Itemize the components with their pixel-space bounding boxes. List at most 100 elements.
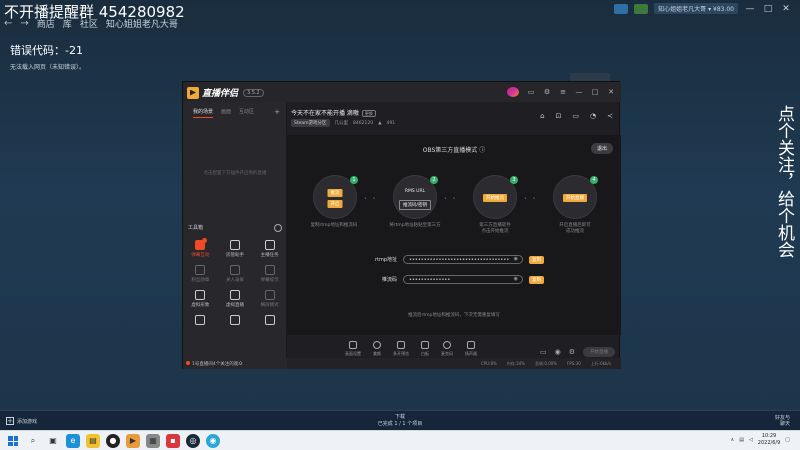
app-icon[interactable]: ◉ bbox=[206, 434, 220, 448]
windows-start-icon[interactable] bbox=[8, 436, 18, 446]
taskbar: ⌕ ▣ e ▤ ● ▶ ▦ ▪ ◎ ◉ ∧ ▤ ◁ 10:29 2022/6/9… bbox=[0, 430, 800, 450]
eye-icon[interactable]: ◉ bbox=[514, 256, 518, 262]
nav-store[interactable]: 商店 bbox=[37, 17, 55, 30]
canvas-settings-button[interactable]: 画面设置 bbox=[345, 341, 361, 357]
tool-record[interactable]: 关人录屏 bbox=[218, 265, 253, 283]
toolbox-header: 工具箱 bbox=[188, 224, 282, 232]
steam-user-menu[interactable]: 知心姐姐老凡大哥 ▾ ¥83.00 bbox=[654, 3, 738, 14]
screen-icon[interactable]: ▭ bbox=[527, 88, 535, 96]
steam-icon[interactable]: ◎ bbox=[186, 434, 200, 448]
tool-tasks[interactable]: 主播任务 bbox=[252, 240, 287, 258]
room-tag[interactable]: 更换 bbox=[361, 110, 376, 117]
tab-canvas[interactable]: 画面 bbox=[221, 108, 231, 118]
search-icon[interactable]: ⌕ bbox=[26, 434, 40, 448]
share-icon[interactable]: ≺ bbox=[607, 112, 613, 120]
minimize-icon[interactable]: — bbox=[744, 4, 756, 14]
step-caption: 将rtmp地址粘贴至第三方 bbox=[389, 223, 441, 228]
visibility-icon[interactable]: ◉ bbox=[555, 348, 561, 356]
chevron-up-icon[interactable]: ∧ bbox=[731, 437, 735, 443]
live-companion-icon[interactable]: ▶ bbox=[126, 434, 140, 448]
minimize-icon[interactable]: — bbox=[575, 88, 583, 96]
copy-rtmp-button[interactable]: 复制 bbox=[529, 255, 544, 264]
room-category[interactable]: Steam游戏分区 bbox=[291, 119, 330, 127]
exit-button[interactable]: 退出 bbox=[590, 143, 613, 154]
lock-icon[interactable]: ⊡ bbox=[556, 112, 562, 120]
camera-icon[interactable]: ▭ bbox=[540, 348, 547, 356]
bell-icon[interactable]: ◔ bbox=[590, 112, 596, 120]
tool-extra-2[interactable] bbox=[218, 315, 253, 327]
tool-extra-1[interactable] bbox=[183, 315, 218, 327]
step-pill: 开始推流 bbox=[483, 194, 507, 202]
version-badge[interactable]: 3.5.2 bbox=[243, 88, 264, 97]
tool-virtual-live[interactable]: 虚拟直播 bbox=[218, 290, 253, 308]
obs-icon[interactable]: ● bbox=[106, 434, 120, 448]
step-connector: • • bbox=[524, 196, 538, 202]
start-live-button[interactable]: 开始直播 bbox=[583, 347, 615, 357]
error-message: 无法载入网页（未知错误）。 bbox=[10, 64, 86, 71]
friends-chat-button[interactable]: 好友与 聊天 bbox=[775, 415, 790, 427]
maximize-icon[interactable]: □ bbox=[591, 88, 599, 96]
tool-room-admin[interactable]: 房管助手 bbox=[218, 240, 253, 258]
tool-landscape[interactable]: 横屏模式 bbox=[252, 290, 287, 308]
nav-library[interactable]: 库 bbox=[63, 17, 72, 30]
speaker-button[interactable]: 扬声器 bbox=[465, 341, 477, 357]
toolbar-label: 白板 bbox=[421, 351, 429, 356]
task-view-icon[interactable]: ▣ bbox=[46, 434, 60, 448]
volume-icon[interactable]: ◁ bbox=[749, 437, 753, 443]
notification-icon[interactable] bbox=[634, 3, 649, 14]
back-arrow-icon[interactable]: ← bbox=[4, 18, 12, 29]
step-number: 1 bbox=[350, 176, 358, 184]
tab-interact[interactable]: 互动区 bbox=[239, 108, 254, 118]
stream-key-field[interactable]: •••••••••••••• ◉ bbox=[403, 275, 523, 284]
avatar[interactable] bbox=[507, 87, 519, 97]
edge-icon[interactable]: e bbox=[66, 434, 80, 448]
maximize-icon[interactable]: □ bbox=[762, 4, 774, 14]
add-game-button[interactable]: + 添加游戏 bbox=[6, 417, 37, 425]
help-icon[interactable]: ⓘ bbox=[479, 147, 485, 154]
key-value: •••••••••••••• bbox=[409, 277, 451, 283]
broadcast-icon[interactable] bbox=[614, 3, 629, 14]
nav-community[interactable]: 社区 bbox=[80, 17, 98, 30]
room-title-text[interactable]: 今天不在家不能开播 滴嗷 bbox=[291, 110, 359, 117]
settings-icon[interactable]: ⚙ bbox=[543, 88, 551, 96]
gift-icon[interactable]: ⌂ bbox=[540, 112, 544, 120]
hot-icon: ▲ bbox=[378, 120, 382, 126]
file-explorer-icon[interactable]: ▤ bbox=[86, 434, 100, 448]
copy-key-button[interactable]: 复制 bbox=[529, 275, 544, 284]
app-icon[interactable]: ▪ bbox=[166, 434, 180, 448]
eye-icon[interactable]: ◉ bbox=[514, 276, 518, 282]
tool-extra-3[interactable] bbox=[252, 315, 287, 327]
tool-danmu[interactable]: 弹幕互动 bbox=[183, 238, 218, 258]
avatar-icon bbox=[195, 290, 206, 300]
tool-label: 粉丝勋章 bbox=[191, 278, 210, 283]
multi-preview-button[interactable]: 多开预览 bbox=[393, 341, 409, 357]
screen-icon[interactable]: ▭ bbox=[572, 112, 579, 120]
menu-icon[interactable]: ≡ bbox=[559, 88, 567, 96]
downloads-button[interactable]: 下载 已完成 1 / 1 个项目 bbox=[360, 414, 440, 428]
tool-avatar[interactable]: 虚拟形象 bbox=[183, 290, 218, 308]
app-icon[interactable]: ▦ bbox=[146, 434, 160, 448]
tool-danmu-tip[interactable]: 弹幕提示 bbox=[252, 265, 287, 283]
microphone-button[interactable]: 麦克风 bbox=[441, 341, 453, 357]
forward-arrow-icon[interactable]: → bbox=[20, 18, 28, 29]
beauty-button[interactable]: 美颜 bbox=[373, 341, 381, 357]
step-pill: RMS URL bbox=[404, 189, 426, 194]
toolbox-more-icon[interactable] bbox=[274, 224, 282, 232]
gear-icon[interactable]: ⚙ bbox=[569, 348, 575, 356]
step-3: 3 开始推流 bbox=[473, 175, 518, 219]
clock[interactable]: 10:29 2022/6/9 bbox=[758, 433, 780, 447]
tab-scenes[interactable]: 我的场景 bbox=[193, 108, 214, 118]
background-window-strip bbox=[570, 73, 610, 81]
brand-name: 直播伴侣 bbox=[202, 89, 239, 99]
close-icon[interactable]: ✕ bbox=[607, 88, 615, 96]
network-icon[interactable]: ▤ bbox=[739, 437, 744, 443]
add-scene-icon[interactable]: + bbox=[274, 108, 280, 118]
nav-username[interactable]: 知心姐姐老凡大哥 bbox=[106, 17, 178, 30]
main-icons: ⌂ ⊡ ▭ ◔ ≺ bbox=[540, 112, 613, 120]
whiteboard-button[interactable]: 白板 bbox=[421, 341, 429, 357]
rtmp-field[interactable]: •••••••••••••••••••••••••••••••••• ◉ bbox=[403, 255, 523, 264]
tool-fan-medal[interactable]: 粉丝勋章 bbox=[183, 265, 218, 283]
close-icon[interactable]: ✕ bbox=[780, 4, 792, 14]
step-connector: • • bbox=[364, 196, 378, 202]
notification-icon[interactable]: ▢ bbox=[785, 437, 790, 443]
